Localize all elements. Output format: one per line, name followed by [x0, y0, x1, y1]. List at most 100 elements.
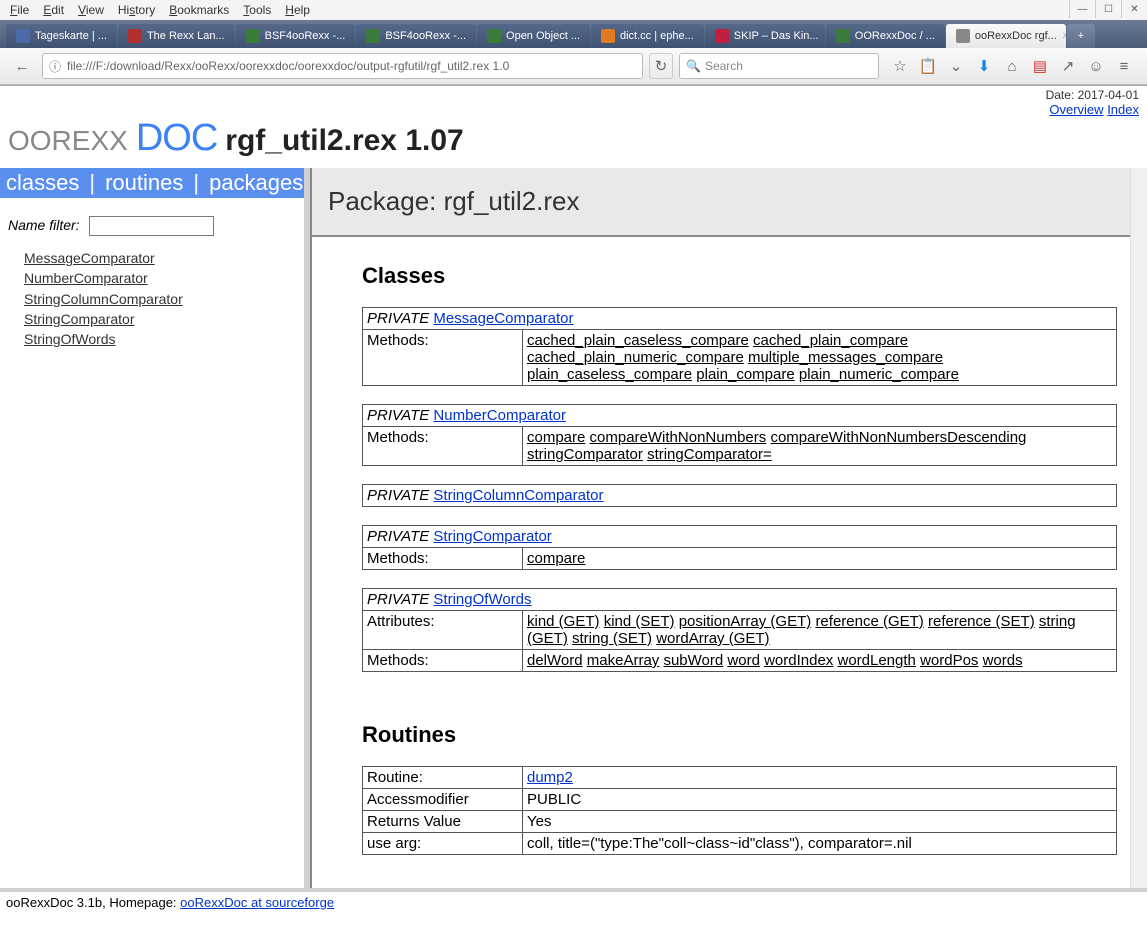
routine-name[interactable]: dump2: [527, 769, 573, 786]
scrollbar[interactable]: [1130, 168, 1147, 898]
tab-label: OORexxDoc / ...: [855, 30, 935, 42]
download-icon[interactable]: ⬇: [975, 57, 993, 75]
method-link[interactable]: wordIndex: [764, 652, 833, 669]
routine-table: Routine:dump2 AccessmodifierPUBLIC Retur…: [362, 766, 1117, 855]
method-link[interactable]: delWord: [527, 652, 583, 669]
class-name-link[interactable]: StringComparator: [433, 528, 551, 545]
method-link[interactable]: multiple_messages_compare: [748, 349, 943, 366]
menu-history[interactable]: History: [118, 3, 155, 17]
pocket-icon[interactable]: ⌄: [947, 57, 965, 75]
tab-label: Open Object ...: [506, 30, 580, 42]
class-link[interactable]: NumberComparator: [24, 268, 296, 288]
method-link[interactable]: wordPos: [920, 652, 978, 669]
class-name-link[interactable]: MessageComparator: [433, 310, 573, 327]
method-link[interactable]: plain_numeric_compare: [799, 366, 959, 383]
method-link[interactable]: cached_plain_compare: [753, 332, 908, 349]
class-name-link[interactable]: StringOfWords: [433, 591, 531, 608]
clipboard-icon[interactable]: 📋: [919, 57, 937, 75]
menubar: File Edit View History Bookmarks Tools H…: [0, 0, 1147, 20]
browser-tab[interactable]: The Rexx Lan...: [118, 24, 235, 48]
class-link[interactable]: MessageComparator: [24, 248, 296, 268]
method-link[interactable]: compareWithNonNumbers: [590, 429, 767, 446]
method-link[interactable]: cached_plain_caseless_compare: [527, 332, 749, 349]
favicon: [487, 29, 501, 43]
attribute-item[interactable]: positionArray (GET): [679, 613, 812, 630]
method-link[interactable]: subWord: [663, 652, 723, 669]
class-table: PRIVATE MessageComparatorMethods:cached_…: [362, 307, 1117, 386]
tab-packages[interactable]: packages: [209, 170, 303, 196]
new-tab-button[interactable]: +: [1067, 24, 1095, 48]
pdf-icon[interactable]: ▤: [1031, 57, 1049, 75]
window-close-icon[interactable]: ✕: [1121, 0, 1147, 18]
class-name-link[interactable]: StringColumnComparator: [433, 487, 603, 504]
browser-tab[interactable]: ooRexxDoc rgf...✕: [946, 24, 1066, 48]
browser-tab[interactable]: Tageskarte | ...: [6, 24, 117, 48]
menu-view[interactable]: View: [78, 3, 104, 17]
browser-tab[interactable]: BSF4ooRexx -...: [236, 24, 356, 48]
tab-label: dict.cc | ephe...: [620, 30, 694, 42]
home-icon[interactable]: ⌂: [1003, 57, 1021, 75]
filter-label: Name filter:: [8, 217, 80, 233]
page-title: rgf_util2.rex 1.07: [225, 124, 463, 158]
overview-link[interactable]: Overview: [1049, 102, 1103, 117]
close-icon[interactable]: ✕: [1062, 31, 1066, 42]
menu-file[interactable]: File: [10, 3, 29, 17]
account-icon[interactable]: ☺: [1087, 57, 1105, 75]
method-link[interactable]: wordLength: [837, 652, 915, 669]
footer-link[interactable]: ooRexxDoc at sourceforge: [180, 895, 334, 910]
browser-tab[interactable]: Open Object ...: [477, 24, 590, 48]
class-link[interactable]: StringComparator: [24, 309, 296, 329]
url-bar[interactable]: ⓘ file:///F:/download/Rexx/ooRexx/oorexx…: [42, 53, 643, 79]
logo-oorexx: OOREXX: [8, 125, 128, 157]
method-link[interactable]: compareWithNonNumbersDescending: [770, 429, 1026, 446]
browser-tab[interactable]: dict.cc | ephe...: [591, 24, 704, 48]
menu-bookmarks[interactable]: Bookmarks: [169, 3, 229, 17]
class-table: PRIVATE StringColumnComparator: [362, 484, 1117, 507]
tab-label: SKIP – Das Kin...: [734, 30, 819, 42]
favicon: [366, 29, 380, 43]
method-link[interactable]: stringComparator=: [647, 446, 772, 463]
back-button[interactable]: ←: [8, 53, 36, 79]
menu-tools[interactable]: Tools: [243, 3, 271, 17]
tab-classes[interactable]: classes: [6, 170, 79, 196]
tabbar: Tageskarte | ...The Rexx Lan...BSF4ooRex…: [0, 20, 1147, 48]
browser-tab[interactable]: BSF4ooRexx -...: [356, 24, 476, 48]
index-link[interactable]: Index: [1107, 102, 1139, 117]
attribute-item[interactable]: kind (GET): [527, 613, 600, 630]
menu-help[interactable]: Help: [285, 3, 310, 17]
attribute-item[interactable]: reference (SET): [928, 613, 1035, 630]
attribute-item[interactable]: wordArray (GET): [656, 630, 769, 647]
window-maximize-icon[interactable]: ☐: [1095, 0, 1121, 18]
attribute-item[interactable]: reference (GET): [815, 613, 923, 630]
class-link[interactable]: StringColumnComparator: [24, 289, 296, 309]
menu-edit[interactable]: Edit: [43, 3, 64, 17]
private-label: PRIVATE: [367, 487, 429, 504]
class-name-link[interactable]: NumberComparator: [433, 407, 566, 424]
attribute-item[interactable]: kind (SET): [604, 613, 675, 630]
header-links: Overview Index: [1046, 102, 1139, 117]
method-link[interactable]: plain_compare: [696, 366, 794, 383]
method-link[interactable]: plain_caseless_compare: [527, 366, 692, 383]
browser-tab[interactable]: SKIP – Das Kin...: [705, 24, 825, 48]
method-link[interactable]: word: [727, 652, 760, 669]
method-link[interactable]: words: [983, 652, 1023, 669]
class-link[interactable]: StringOfWords: [24, 329, 296, 349]
share-icon[interactable]: ↗: [1059, 57, 1077, 75]
tab-routines[interactable]: routines: [105, 170, 183, 196]
method-link[interactable]: compare: [527, 550, 585, 567]
method-link[interactable]: stringComparator: [527, 446, 643, 463]
attribute-item[interactable]: string (SET): [572, 630, 652, 647]
search-bar[interactable]: 🔍 Search: [679, 53, 879, 79]
sidebar: classes| routines| packages Name filter:…: [0, 168, 310, 898]
methods-label: Methods:: [363, 548, 523, 570]
method-link[interactable]: cached_plain_numeric_compare: [527, 349, 744, 366]
window-minimize-icon[interactable]: —: [1069, 0, 1095, 18]
filter-input[interactable]: [89, 216, 214, 236]
method-link[interactable]: makeArray: [587, 652, 660, 669]
reload-button[interactable]: ↻: [649, 53, 673, 79]
star-icon[interactable]: ☆: [891, 57, 909, 75]
menu-icon[interactable]: ≡: [1115, 57, 1133, 75]
method-link[interactable]: compare: [527, 429, 585, 446]
browser-tab[interactable]: OORexxDoc / ...: [826, 24, 945, 48]
methods-label: Methods:: [363, 330, 523, 386]
